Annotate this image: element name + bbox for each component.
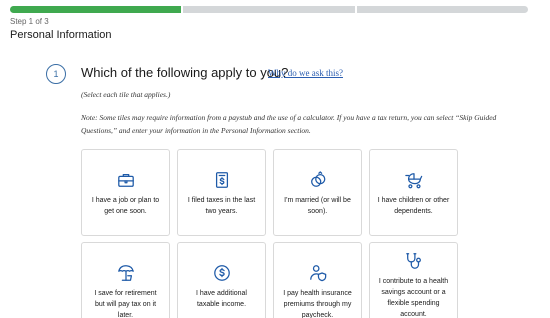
question-heading: Which of the following apply to you?: [81, 65, 289, 80]
question-number-badge: 1: [46, 64, 66, 84]
note-text: Note: Some tiles may require information…: [81, 113, 497, 135]
tile-label: I'm married (or will be soon).: [284, 197, 351, 215]
tile-job[interactable]: I have a job or plan to get one soon.: [81, 149, 170, 236]
tile-label: I have children or other dependents.: [377, 197, 450, 215]
tile-health-premiums[interactable]: I pay health insurance premiums through …: [273, 242, 362, 318]
page-title: Personal Information: [10, 29, 112, 41]
umbrella-chair-icon: [117, 264, 135, 282]
progress-bar: [10, 6, 528, 13]
health-shield-icon: [309, 264, 327, 282]
progress-segment-1: [10, 6, 182, 13]
tile-retirement[interactable]: I save for retirement but will pay tax o…: [81, 242, 170, 318]
briefcase-icon: [117, 171, 135, 189]
dollar-coin-icon: [213, 264, 231, 282]
rings-icon: [309, 171, 327, 189]
stethoscope-icon: [405, 252, 423, 270]
progress-segment-3: [356, 6, 528, 13]
stroller-icon: [404, 171, 423, 189]
tile-filed-taxes[interactable]: I filed taxes in the last two years.: [177, 149, 266, 236]
step-indicator: Step 1 of 3: [10, 17, 49, 26]
tile-additional-income[interactable]: I have additional taxable income.: [177, 242, 266, 318]
tile-married[interactable]: I'm married (or will be soon).: [273, 149, 362, 236]
tile-grid: I have a job or plan to get one soon. I …: [81, 149, 458, 318]
tile-health-savings[interactable]: I contribute to a health savings account…: [369, 242, 458, 318]
tile-label: I have a job or plan to get one soon.: [91, 197, 160, 215]
tile-dependents[interactable]: I have children or other dependents.: [369, 149, 458, 236]
why-do-we-ask-link[interactable]: Why do we ask this?: [268, 68, 343, 78]
tile-label: I pay health insurance premiums through …: [283, 290, 352, 318]
tile-label: I save for retirement but will pay tax o…: [94, 290, 157, 318]
tile-label: I filed taxes in the last two years.: [187, 197, 256, 215]
tax-document-icon: [213, 171, 231, 189]
tile-label: I contribute to a health savings account…: [378, 278, 449, 318]
progress-segment-2: [183, 6, 355, 13]
instruction-text: (Select each tile that applies.): [81, 90, 171, 99]
tile-label: I have additional taxable income.: [196, 290, 247, 308]
